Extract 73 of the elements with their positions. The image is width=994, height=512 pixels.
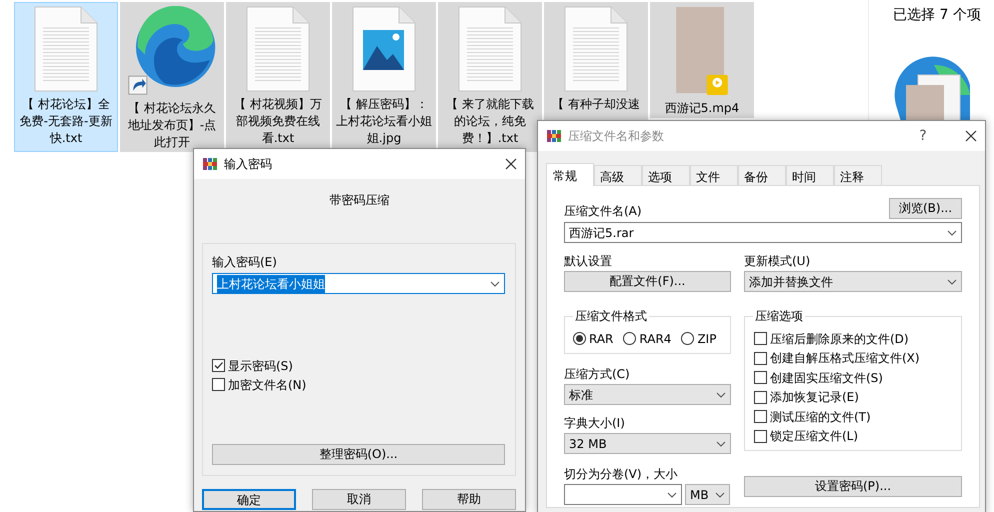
organize-passwords-button[interactable]: 整理密码(O)... [212,444,505,465]
selection-status: 已选择 7 个项 [893,6,981,25]
field-label: 字典大小(I) [564,415,626,431]
check-icon [213,360,224,371]
tab[interactable]: 注释 [834,165,882,185]
file-name: 【 村花论坛】全免费-无套路-更新快.txt [18,96,114,147]
checkbox[interactable]: 创建自解压格式压缩文件(X) [754,348,920,368]
field-label: 默认设置 [564,253,613,269]
help-button[interactable]: ? [913,126,933,146]
file-tile[interactable]: 【 来了就能下载的论坛，纯免费！】.txt [438,2,542,152]
field-label: 更新模式(U) [744,253,812,269]
chevron-down-icon [667,492,677,498]
text-document-icon [246,6,310,92]
field-label: 输入密码(E) [212,254,278,270]
field-label: 压缩文件名(A) [564,203,642,219]
tab[interactable]: 文件 [690,165,738,185]
radio-button[interactable]: RAR [573,329,614,348]
tab[interactable]: 时间 [786,165,834,185]
browse-button[interactable]: 浏览(B)... [889,198,962,219]
profile-button[interactable]: 配置文件(F)... [564,271,731,292]
tab[interactable]: 备份 [738,165,786,185]
checkbox[interactable]: 显示密码(S) [212,356,505,375]
text-document-icon [458,6,522,92]
chevron-down-icon [716,392,726,398]
text-document-icon [564,6,628,92]
file-tile[interactable]: 西游记5.mp4 [650,2,754,118]
image-file-icon [352,6,416,92]
set-password-button[interactable]: 设置密码(P)... [744,476,962,497]
close-button[interactable] [965,130,977,142]
split-size-field[interactable] [564,484,682,505]
file-name: 【 有种子却没速 [551,96,641,113]
file-name: 【 解压密码】：上村花论坛看小姐姐.jpg [335,96,433,147]
password-field[interactable]: 上村花论坛看小姐姐 [212,273,505,294]
radio-button[interactable]: ZIP [681,329,716,348]
update-mode-dropdown[interactable]: 添加并替换文件 [744,271,962,292]
group-title: 压缩选项 [753,309,805,323]
file-name: 【 来了就能下载的论坛，纯免费！】.txt [445,96,535,147]
chevron-down-icon [947,278,957,284]
file-tile[interactable]: 【 村花论坛】全免费-无套路-更新快.txt [14,2,118,152]
archive-app-icon [546,128,562,144]
tab[interactable]: 常规 [546,163,594,186]
file-tile[interactable]: 【 村花论坛永久地址发布页】-点此打开 [120,2,224,152]
checkbox[interactable]: 锁定压缩文件(L) [754,426,858,446]
file-name: 西游记5.mp4 [664,100,740,117]
dictionary-size-dropdown[interactable]: 32 MB [564,433,731,454]
dialog-heading: 带密码压缩 [328,192,390,209]
dialog-button[interactable]: 取消 [312,489,406,510]
chevron-down-icon [716,440,726,446]
chevron-down-icon [947,230,957,236]
dialog-button[interactable]: 确定 [202,489,296,510]
tab[interactable]: 选项 [642,165,690,185]
field-label: 切分为分卷(V)，大小 [564,466,679,482]
unit-dropdown[interactable]: MB [685,484,730,505]
close-button[interactable] [505,158,517,170]
chevron-down-icon [715,492,725,498]
tab[interactable]: 高级 [594,165,642,185]
dialog-title: 输入密码 [224,156,273,173]
archive-name-field[interactable]: 西游记5.rar [564,222,962,243]
chevron-down-icon [490,280,500,286]
checkbox[interactable]: 加密文件名(N) [212,375,505,394]
checkbox[interactable]: 添加恢复记录(E) [754,388,859,407]
checkbox[interactable]: 测试压缩的文件(T) [754,407,871,426]
group-title: 压缩文件格式 [573,309,649,323]
radio-button[interactable]: RAR4 [623,329,672,348]
file-name: 【 村花视频】万部视频免费在线看.txt [233,96,323,147]
checkbox[interactable]: 压缩后删除原来的文件(D) [754,329,909,348]
dialog-button[interactable]: 帮助 [422,489,516,510]
archive-app-icon [202,156,218,172]
file-name: 【 村花论坛永久地址发布页】-点此打开 [126,100,218,151]
compression-method-dropdown[interactable]: 标准 [564,384,731,405]
checkbox[interactable]: 创建固实压缩文件(S) [754,368,883,388]
field-label: 压缩方式(C) [564,366,631,382]
text-document-icon [34,6,98,92]
